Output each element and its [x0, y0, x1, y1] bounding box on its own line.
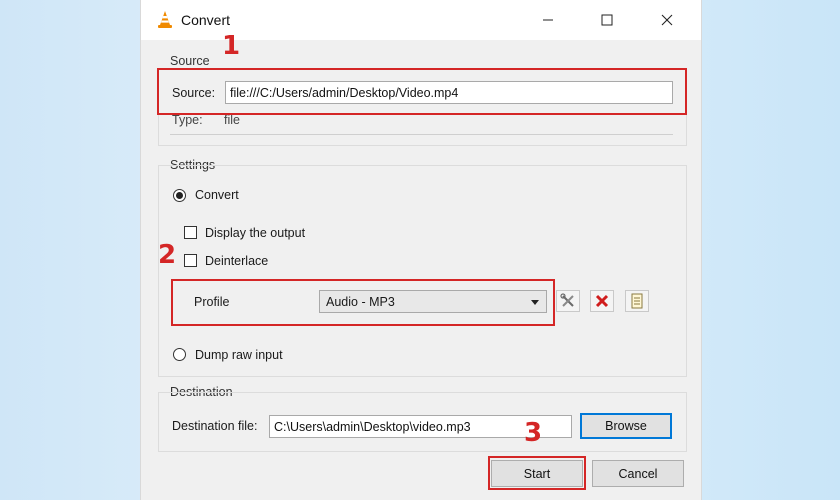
convert-radio-label: Convert [195, 188, 239, 202]
step-2-marker: 2 [158, 240, 177, 270]
edit-profile-button[interactable] [556, 290, 580, 312]
window-title: Convert [181, 12, 231, 28]
close-icon [661, 14, 673, 26]
display-output-checkbox[interactable] [184, 226, 197, 239]
cancel-button[interactable]: Cancel [592, 460, 684, 487]
source-highlight-box [157, 68, 687, 115]
maximize-button[interactable] [593, 8, 621, 32]
profile-highlight-box [171, 279, 555, 326]
dump-raw-radio[interactable] [173, 348, 186, 361]
browse-button[interactable]: Browse [580, 413, 672, 439]
deinterlace-checkbox[interactable] [184, 254, 197, 267]
convert-radio[interactable] [173, 189, 186, 202]
source-group-label: Source [170, 54, 210, 68]
vlc-cone-icon [158, 11, 172, 28]
type-value: file [224, 113, 240, 127]
display-output-label: Display the output [205, 226, 306, 240]
step-1-marker: 1 [222, 31, 241, 61]
maximize-icon [601, 14, 613, 26]
delete-profile-button[interactable] [590, 290, 614, 312]
minimize-icon [543, 19, 553, 21]
new-profile-button[interactable] [625, 290, 649, 312]
wrench-screwdriver-icon [560, 293, 574, 307]
type-label: Type: [172, 113, 203, 127]
close-button[interactable] [653, 8, 681, 32]
delete-x-icon [595, 294, 609, 308]
dump-raw-label: Dump raw input [195, 348, 283, 362]
step-3-marker: 3 [524, 418, 543, 448]
source-divider [170, 134, 673, 135]
new-document-icon [631, 293, 643, 309]
destination-file-label: Destination file: [172, 419, 258, 433]
start-highlight-box [488, 456, 586, 490]
minimize-button[interactable] [534, 8, 562, 32]
deinterlace-label: Deinterlace [205, 254, 269, 268]
